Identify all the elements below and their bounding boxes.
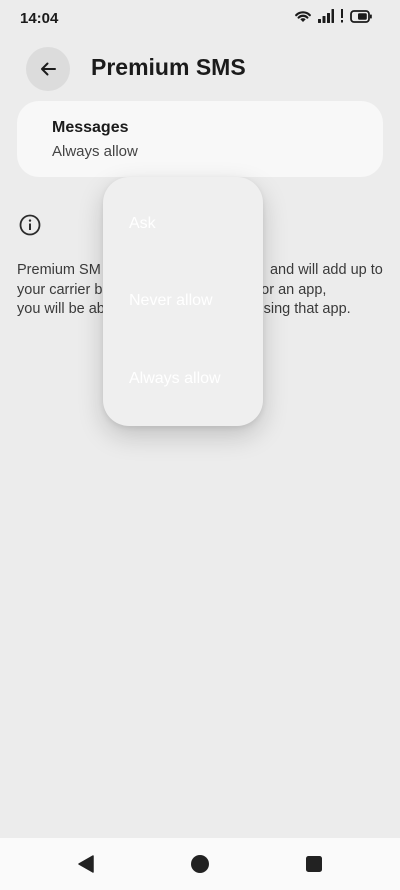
status-time: 14:04 xyxy=(20,10,59,27)
arrow-back-icon xyxy=(41,62,56,76)
status-bar: 14:04 xyxy=(0,0,400,36)
info-icon xyxy=(19,214,41,236)
option-always-allow[interactable]: Always allow xyxy=(129,370,221,388)
back-triangle-icon xyxy=(78,855,94,873)
wifi-icon xyxy=(295,11,311,22)
nav-back-button[interactable] xyxy=(74,852,98,876)
navigation-bar xyxy=(0,838,400,890)
battery-icon xyxy=(350,9,372,23)
status-icons xyxy=(294,9,372,23)
app-permission-value: Always allow xyxy=(52,143,138,160)
option-ask[interactable]: Ask xyxy=(129,215,156,233)
alert-icon xyxy=(341,9,343,23)
nav-home-button[interactable] xyxy=(188,852,212,876)
page-title: Premium SMS xyxy=(91,54,246,80)
permission-dropdown-menu: Ask Never allow Always allow xyxy=(103,177,263,426)
nav-recents-button[interactable] xyxy=(302,852,326,876)
back-button[interactable] xyxy=(26,47,70,91)
app-name: Messages xyxy=(52,119,129,136)
app-item-messages[interactable]: Messages Always allow xyxy=(17,101,383,177)
option-never-allow[interactable]: Never allow xyxy=(129,292,213,310)
recents-square-icon xyxy=(306,856,322,872)
signal-icon xyxy=(318,9,334,23)
screen: 14:04 Premium SMS Messages Always allow … xyxy=(0,0,400,890)
home-circle-icon xyxy=(191,855,209,873)
